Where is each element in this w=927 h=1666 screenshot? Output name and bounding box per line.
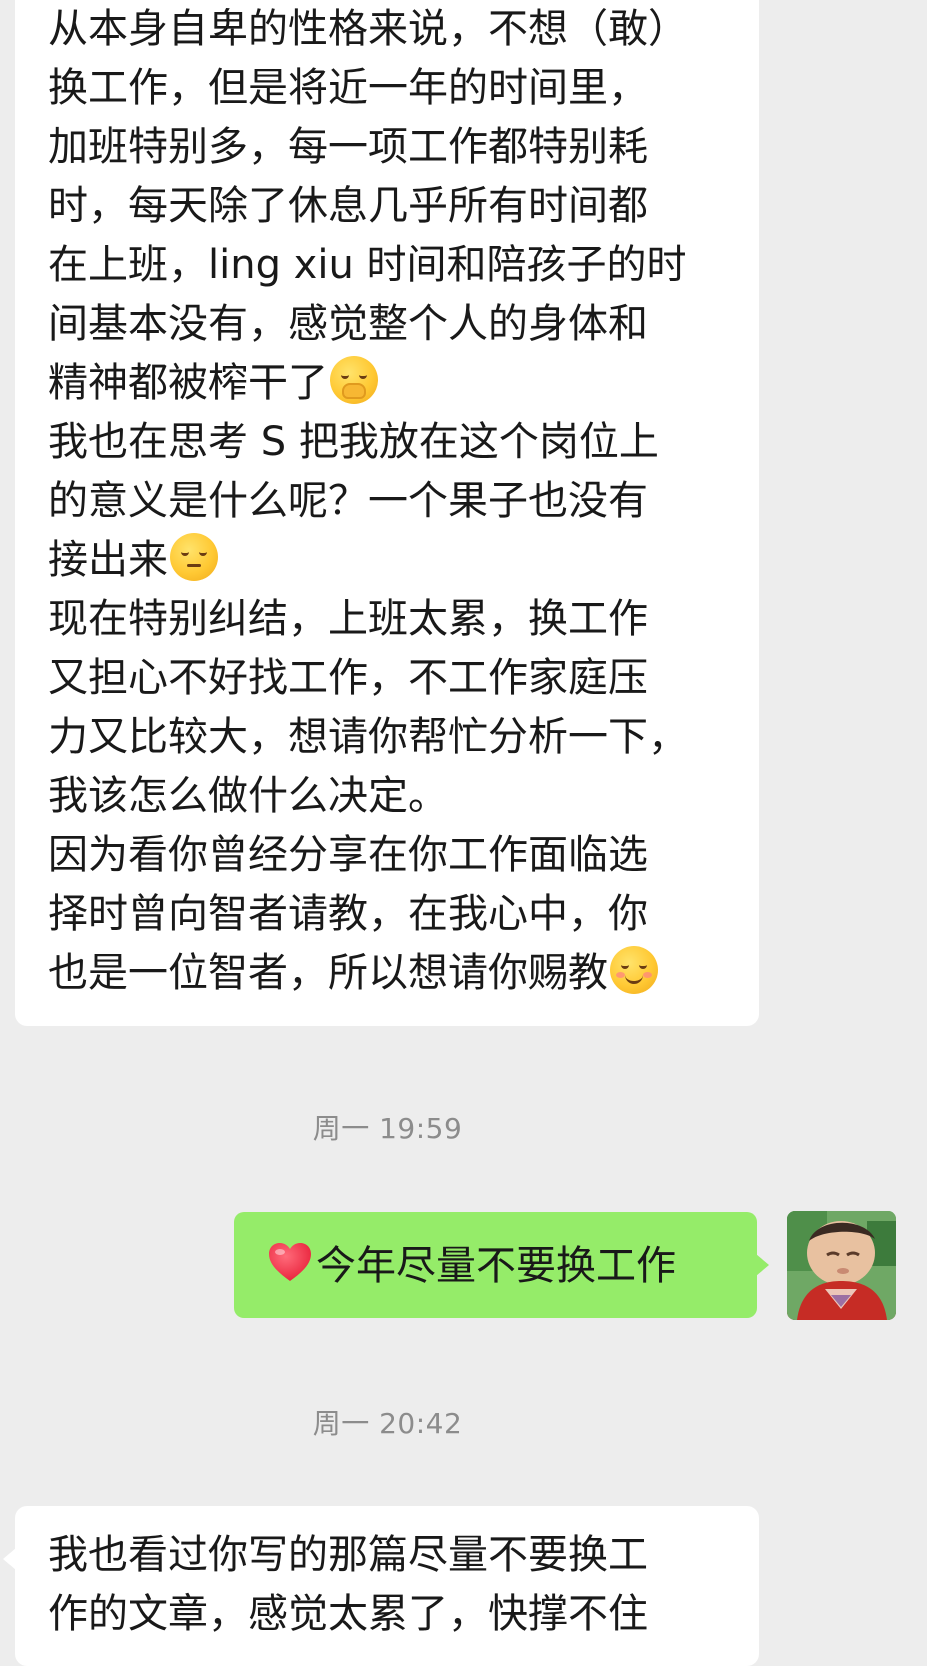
incoming-message-bubble[interactable]: 从本身自卑的性格来说，不想（敢） 换工作，但是将近一年的时间里， 加班特别多，每… xyxy=(15,0,759,1026)
avatar-photo xyxy=(787,1211,896,1320)
outgoing-message-bubble[interactable]: 今年尽量不要换工作 xyxy=(234,1212,769,1318)
self-avatar[interactable] xyxy=(787,1211,896,1320)
message-timestamp: 周一 20:42 xyxy=(312,1407,463,1440)
red-heart-emoji xyxy=(269,1243,311,1281)
message-timestamp: 周一 19:59 xyxy=(312,1112,463,1145)
smiling-face-emoji xyxy=(610,946,658,994)
pensive-face-emoji xyxy=(170,533,218,581)
incoming-message-bubble[interactable]: 我也看过你写的那篇尽量不要换工 作的文章，感觉太累了，快撑不住 xyxy=(3,1506,759,1666)
message-text: 从本身自卑的性格来说，不想（敢） 换工作，但是将近一年的时间里， 加班特别多，每… xyxy=(48,6,688,996)
message-text: 我也看过你写的那篇尽量不要换工 作的文章，感觉太累了，快撑不住 xyxy=(48,1532,648,1637)
hand-over-mouth-emoji xyxy=(330,356,378,404)
message-text: 今年尽量不要换工作 xyxy=(266,1239,676,1291)
